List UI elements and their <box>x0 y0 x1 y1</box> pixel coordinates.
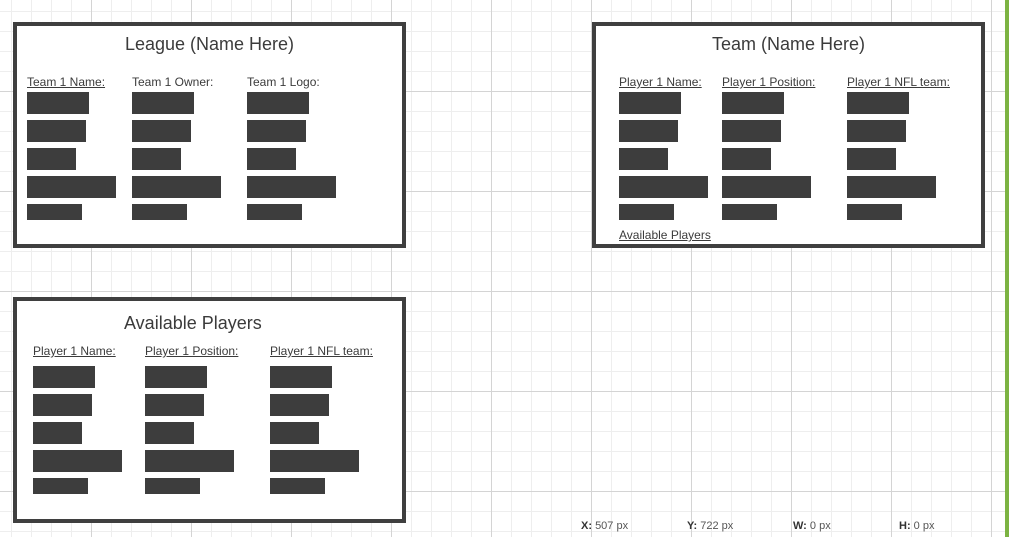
league-col-team-name-label[interactable]: Team 1 Name: <box>27 75 105 89</box>
placeholder-bar <box>33 450 122 472</box>
placeholder-bar <box>619 176 708 198</box>
placeholder-bar <box>722 120 781 142</box>
league-col-team-owner-label: Team 1 Owner: <box>132 75 214 89</box>
placeholder-bar <box>722 204 777 220</box>
available-col-player-name-label[interactable]: Player 1 Name: <box>33 344 116 358</box>
w-readout: W: 0 px <box>793 520 831 532</box>
placeholder-bar <box>145 478 200 494</box>
league-panel-title: League (Name Here) <box>124 34 295 54</box>
x-readout-label: X: <box>581 520 592 532</box>
w-readout-label: W: <box>793 520 807 532</box>
placeholder-bar <box>27 204 82 220</box>
w-readout-value: 0 px <box>809 520 831 532</box>
placeholder-bar <box>847 176 936 198</box>
x-readout: X: 507 px <box>581 520 628 532</box>
placeholder-bar <box>27 92 89 114</box>
placeholder-bar <box>33 422 82 444</box>
placeholder-bar <box>619 204 674 220</box>
placeholder-bar <box>33 394 92 416</box>
placeholder-bar <box>27 120 86 142</box>
available-players-panel[interactable]: Available Players Player 1 Name: Player … <box>13 297 406 523</box>
placeholder-bar <box>722 148 771 170</box>
y-readout: Y: 722 px <box>687 520 733 532</box>
placeholder-bar <box>247 204 302 220</box>
y-readout-label: Y: <box>687 520 698 532</box>
placeholder-bar <box>847 92 909 114</box>
placeholder-bar <box>145 394 204 416</box>
placeholder-bar <box>619 120 678 142</box>
placeholder-bar <box>847 148 896 170</box>
placeholder-bar <box>132 148 181 170</box>
placeholder-bar <box>132 120 191 142</box>
canvas-edge-scrollbar[interactable] <box>1005 0 1009 537</box>
placeholder-bar <box>145 366 207 388</box>
available-players-link[interactable]: Available Players <box>619 228 711 242</box>
placeholder-bar <box>247 92 309 114</box>
placeholder-bar <box>145 450 234 472</box>
placeholder-bar <box>247 176 336 198</box>
placeholder-bar <box>270 366 332 388</box>
placeholder-bar <box>722 92 784 114</box>
h-readout: H: 0 px <box>899 520 934 532</box>
placeholder-bar <box>33 478 88 494</box>
available-col-player-nfl-team-label[interactable]: Player 1 NFL team: <box>270 344 373 358</box>
x-readout-value: 507 px <box>595 520 629 532</box>
placeholder-bar <box>270 394 329 416</box>
available-players-panel-title: Available Players <box>124 313 262 333</box>
team-panel[interactable]: Team (Name Here) Player 1 Name: Player 1… <box>592 22 985 248</box>
placeholder-bar <box>619 148 668 170</box>
h-readout-value: 0 px <box>913 520 935 532</box>
placeholder-bar <box>619 92 681 114</box>
placeholder-bar <box>722 176 811 198</box>
placeholder-bar <box>247 120 306 142</box>
placeholder-bar <box>247 148 296 170</box>
placeholder-bar <box>27 148 76 170</box>
h-readout-label: H: <box>899 520 911 532</box>
team-col-player-position-label[interactable]: Player 1 Position: <box>722 75 815 89</box>
placeholder-bar <box>270 478 325 494</box>
team-col-player-nfl-team-label[interactable]: Player 1 NFL team: <box>847 75 950 89</box>
placeholder-bar <box>847 204 902 220</box>
placeholder-bar <box>27 176 116 198</box>
placeholder-bar <box>33 366 95 388</box>
placeholder-bar <box>270 450 359 472</box>
team-panel-title: Team (Name Here) <box>711 34 866 54</box>
available-col-player-position-label[interactable]: Player 1 Position: <box>145 344 238 358</box>
placeholder-bar <box>132 92 194 114</box>
team-col-player-name-label[interactable]: Player 1 Name: <box>619 75 702 89</box>
placeholder-bar <box>847 120 906 142</box>
placeholder-bar <box>132 176 221 198</box>
league-panel[interactable]: League (Name Here) Team 1 Name: Team 1 O… <box>13 22 406 248</box>
placeholder-bar <box>270 422 319 444</box>
y-readout-value: 722 px <box>700 520 734 532</box>
placeholder-bar <box>145 422 194 444</box>
league-col-team-logo-label: Team 1 Logo: <box>247 75 320 89</box>
placeholder-bar <box>132 204 187 220</box>
